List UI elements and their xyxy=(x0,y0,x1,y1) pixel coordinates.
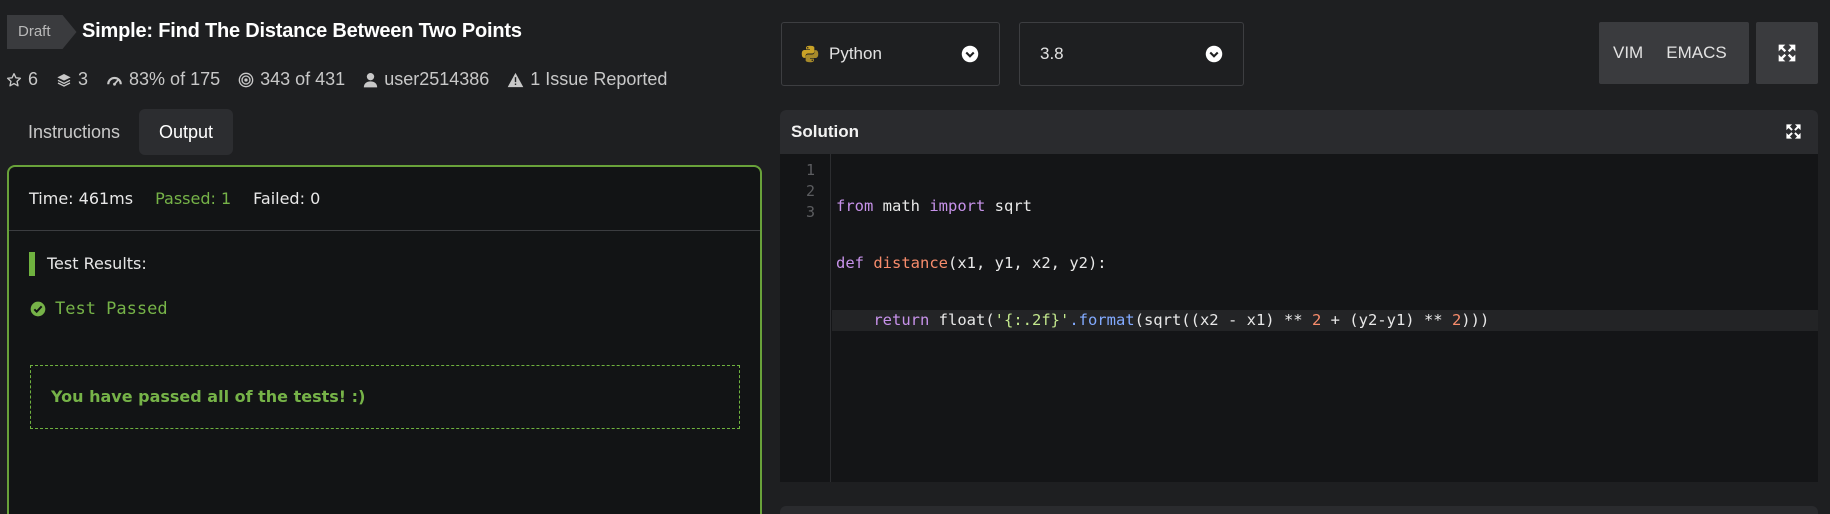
tab-output[interactable]: Output xyxy=(139,109,234,155)
solution-title: Solution xyxy=(791,122,859,141)
test-status-label: Test Passed xyxy=(55,299,168,319)
test-summary: Time: 461ms Passed: 1 Failed: 0 xyxy=(9,167,760,231)
next-panel-edge xyxy=(780,506,1818,514)
kata-stats: 6 3 83% of 175 343 of 431 user2514386 1 … xyxy=(6,69,685,90)
chevron-down-icon xyxy=(961,45,979,63)
code-token: math xyxy=(873,197,930,215)
code-token: 2 xyxy=(1311,311,1322,329)
test-result-item: Test Passed xyxy=(30,299,168,319)
language-select[interactable]: Python xyxy=(781,22,1000,86)
gauge-icon xyxy=(107,76,122,86)
output-panel: Time: 461ms Passed: 1 Failed: 0 Test Res… xyxy=(7,165,762,514)
stars-count: 6 xyxy=(28,69,39,89)
line-number-gutter: 1 2 3 xyxy=(780,154,831,482)
test-results-heading: Test Results: xyxy=(29,252,147,276)
summary-passed: Passed: 1 xyxy=(155,189,232,208)
code-line: def distance(x1, y1, x2, y2): xyxy=(832,253,1818,274)
success-message: You have passed all of the tests! :) xyxy=(30,365,740,429)
completed-stat: 343 of 431 xyxy=(238,69,345,90)
code-token: .format xyxy=(1069,311,1135,329)
author-name: user2514386 xyxy=(384,69,490,89)
collections-stat[interactable]: 3 xyxy=(56,69,88,90)
kata-title[interactable]: Simple: Find The Distance Between Two Po… xyxy=(82,20,522,43)
code-token: sqrt xyxy=(985,197,1032,215)
tab-instructions[interactable]: Instructions xyxy=(8,109,140,155)
issues-count: 1 Issue Reported xyxy=(530,69,668,89)
solution-editor: Solution 1 2 3 from math import sqrt def… xyxy=(780,110,1818,482)
vim-mode-button[interactable]: VIM xyxy=(1613,43,1643,63)
summary-time: Time: 461ms xyxy=(29,189,134,208)
code-token: return xyxy=(873,311,930,329)
version-label: 3.8 xyxy=(1040,44,1064,63)
completed-count: 343 of 431 xyxy=(260,69,346,89)
satisfaction-stat: 83% of 175 xyxy=(106,69,220,90)
code-area[interactable]: from math import sqrt def distance(x1, y… xyxy=(832,160,1818,367)
code-token: 2 xyxy=(1451,311,1462,329)
chevron-down-icon xyxy=(1205,45,1223,63)
code-token: import xyxy=(929,197,986,215)
author-stat[interactable]: user2514386 xyxy=(363,69,489,90)
expand-icon xyxy=(1778,44,1796,62)
line-number: 3 xyxy=(805,203,815,221)
language-label: Python xyxy=(829,44,882,63)
layers-icon xyxy=(57,73,71,87)
target-icon xyxy=(238,72,254,87)
code-token: from xyxy=(836,197,874,215)
summary-failed: Failed: 0 xyxy=(253,189,321,208)
solution-header: Solution xyxy=(780,110,1818,154)
code-token: '{:.2f}' xyxy=(994,311,1070,329)
fullscreen-button[interactable] xyxy=(1756,22,1818,84)
code-line-active: return float('{:.2f}'.format(sqrt((x2 - … xyxy=(832,310,1818,331)
code-line: from math import sqrt xyxy=(832,196,1818,217)
code-token: def xyxy=(836,254,864,272)
editor-mode-group: VIM EMACS xyxy=(1599,22,1749,84)
expand-icon[interactable] xyxy=(1785,123,1802,140)
line-number: 1 xyxy=(805,161,815,179)
star-icon xyxy=(6,72,22,86)
code-token: ))) xyxy=(1461,311,1490,329)
version-select[interactable]: 3.8 xyxy=(1019,22,1244,86)
user-icon xyxy=(364,72,378,87)
collections-count: 3 xyxy=(78,69,89,89)
code-token: + (y2-y1) ** xyxy=(1321,311,1452,329)
warning-icon xyxy=(507,72,524,87)
stars-stat[interactable]: 6 xyxy=(6,69,38,90)
line-number: 2 xyxy=(805,182,815,200)
emacs-mode-button[interactable]: EMACS xyxy=(1666,43,1726,63)
check-circle-icon xyxy=(30,301,46,317)
code-token: (x1, y1, x2, y2): xyxy=(948,254,1107,272)
code-token: float( xyxy=(929,311,995,329)
issues-stat[interactable]: 1 Issue Reported xyxy=(507,69,667,90)
draft-badge: Draft xyxy=(7,15,77,49)
satisfaction-rating: 83% of 175 xyxy=(129,69,221,89)
code-token: (sqrt((x2 - x1) ** xyxy=(1134,311,1312,329)
code-token: distance xyxy=(873,254,948,272)
python-icon xyxy=(801,45,819,63)
